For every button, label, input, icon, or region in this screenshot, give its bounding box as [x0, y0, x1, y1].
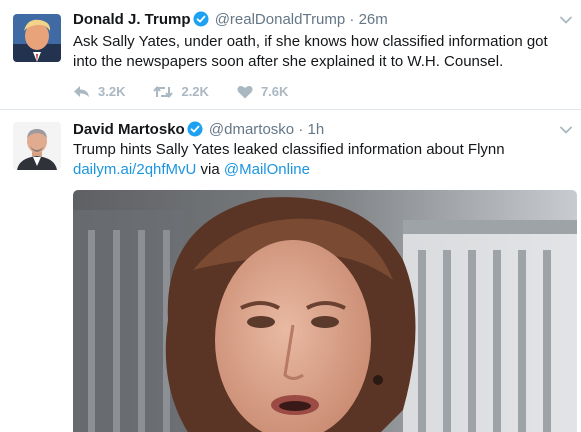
tweet-text: Ask Sally Yates, under oath, if she know… [73, 33, 548, 70]
article-link[interactable]: dailym.ai/2qhfMvU [73, 161, 196, 178]
display-name[interactable]: Donald J. Trump [73, 11, 191, 28]
tweet-text: Trump hints Sally Yates leaked classifie… [73, 140, 573, 180]
tweet-card-martosko[interactable]: David Martosko @dmartosko · 1h Trump hin… [0, 111, 581, 432]
separator: · [349, 11, 355, 28]
via-text: via [196, 161, 224, 178]
like-count: 7.6K [260, 84, 289, 99]
verified-badge-icon [187, 121, 203, 142]
retweet-count: 2.2K [181, 84, 209, 99]
caret-down-icon[interactable] [559, 123, 573, 137]
tweet-card-trump[interactable]: Donald J. Trump @realDonaldTrump · 26m A… [0, 0, 581, 110]
tweet-actions: 3.2K 2.2K 7.6K [73, 84, 316, 99]
reply-count: 3.2K [98, 84, 126, 99]
avatar[interactable] [13, 14, 61, 62]
tweet-header: Donald J. Trump @realDonaldTrump · 26m [73, 11, 388, 32]
timestamp[interactable]: 26m [359, 11, 388, 28]
reply-icon [74, 85, 89, 97]
username[interactable]: @dmartosko [209, 121, 294, 138]
tweet-text-main: Trump hints Sally Yates leaked classifie… [73, 141, 505, 158]
separator: · [298, 121, 304, 138]
username[interactable]: @realDonaldTrump [215, 11, 346, 28]
verified-badge-icon [193, 11, 209, 32]
media-photo[interactable] [73, 190, 577, 432]
display-name[interactable]: David Martosko [73, 121, 185, 138]
mention-link[interactable]: @MailOnline [224, 161, 310, 178]
retweet-icon [153, 85, 174, 98]
avatar[interactable] [13, 122, 61, 170]
like-heart-icon [237, 85, 253, 98]
like-button[interactable]: 7.6K [237, 84, 288, 99]
reply-button[interactable]: 3.2K [73, 84, 125, 99]
timestamp[interactable]: 1h [307, 121, 324, 138]
retweet-button[interactable]: 2.2K [153, 84, 209, 99]
tweet-header: David Martosko @dmartosko · 1h [73, 121, 324, 142]
caret-down-icon[interactable] [559, 13, 573, 27]
